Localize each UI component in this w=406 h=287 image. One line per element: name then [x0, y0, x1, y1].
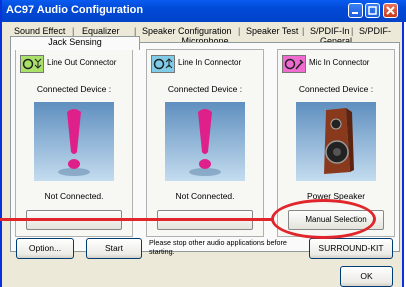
option-button[interactable]: Option...: [16, 238, 74, 259]
connected-device-label: Connected Device :: [36, 84, 112, 94]
tab-sound-effect[interactable]: Sound Effect: [14, 26, 65, 36]
connector-label: Mic In Connector: [309, 58, 370, 67]
tab-speaker-test[interactable]: Speaker Test: [246, 26, 298, 36]
line-in-jack-icon: [151, 55, 175, 73]
tab-spdif-in[interactable]: S/PDIF-In: [310, 26, 350, 36]
line-out-panel: Line Out Connector Connected Device : No…: [15, 49, 133, 237]
connector-label: Line Out Connector: [47, 58, 117, 67]
not-connected-image: [165, 102, 245, 181]
connected-device-label: Connected Device :: [298, 84, 374, 94]
start-button[interactable]: Start: [86, 238, 142, 259]
ok-button[interactable]: OK: [340, 266, 393, 287]
tab-jack-sensing[interactable]: Jack Sensing: [10, 36, 140, 50]
connector-label: Line In Connector: [178, 58, 242, 67]
connection-status: Not Connected.: [44, 191, 104, 201]
window-title: AC97 Audio Configuration: [6, 4, 144, 16]
connection-status: Not Connected.: [175, 191, 235, 201]
maximize-button[interactable]: [365, 3, 380, 18]
mic-in-jack-icon: [282, 55, 306, 73]
not-connected-image: [34, 102, 114, 181]
tab-speaker-configuration[interactable]: Speaker Configuration: [142, 26, 232, 36]
close-icon: [386, 6, 395, 15]
minimize-button[interactable]: [348, 3, 363, 18]
speaker-image: [296, 102, 376, 181]
tab-equalizer[interactable]: Equalizer: [82, 26, 120, 36]
connected-device-label: Connected Device :: [167, 84, 243, 94]
line-out-jack-icon: [20, 55, 44, 73]
callout-line: [0, 218, 273, 221]
speaker-icon: [324, 108, 354, 174]
line-in-panel: Line In Connector Connected Device : Not…: [146, 49, 264, 237]
surround-kit-button[interactable]: SURROUND-KIT: [309, 238, 393, 259]
close-button[interactable]: [383, 3, 398, 18]
status-message: Please stop other audio applications bef…: [149, 238, 287, 256]
callout-ellipse: [271, 199, 376, 239]
title-bar[interactable]: AC97 Audio Configuration: [2, 0, 406, 22]
ac97-window: AC97 Audio Configuration Sound Effect | …: [0, 0, 406, 287]
